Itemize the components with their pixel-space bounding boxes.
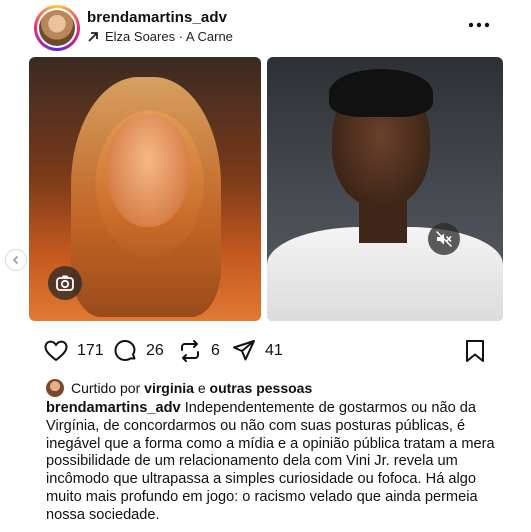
liked-by-text: Curtido por virginia e outras pessoas (71, 380, 312, 396)
comment-count: 26 (146, 342, 164, 359)
liked-by-user[interactable]: virginia (144, 380, 194, 396)
liked-by[interactable]: Curtido por virginia e outras pessoas (46, 378, 312, 398)
camera-icon (56, 275, 74, 291)
post-header: brendamartins_adv Elza Soares · A Carne (0, 0, 531, 56)
bookmark-icon[interactable] (463, 338, 487, 364)
action-bar: 171 26 6 41 (0, 333, 531, 367)
photo-left-face (107, 115, 189, 227)
audio-attribution[interactable]: Elza Soares · A Carne (87, 29, 233, 44)
post-caption: brendamartins_adv Independentemente de g… (46, 400, 504, 525)
speaker-muted-icon (436, 231, 452, 247)
comment-icon (114, 340, 136, 361)
photo-left (29, 57, 261, 321)
arrow-up-right-icon (88, 31, 98, 42)
repost-button[interactable]: 6 (177, 338, 220, 364)
liked-by-prefix: Curtido por (71, 380, 141, 396)
send-icon (233, 340, 255, 361)
liked-by-others[interactable]: outras pessoas (210, 380, 313, 396)
audio-label: Elza Soares · A Carne (105, 29, 233, 44)
photo-right (267, 57, 503, 321)
comment-button[interactable]: 26 (112, 338, 164, 364)
chevron-left-icon (12, 255, 19, 265)
caption-text: Independentemente de gostarmos ou não da… (46, 400, 495, 523)
profile-avatar[interactable] (34, 5, 80, 51)
repost-icon (181, 340, 199, 362)
mute-button[interactable] (428, 223, 460, 255)
avatar-border (37, 8, 77, 48)
share-count: 41 (265, 342, 283, 359)
caption-username[interactable]: brendamartins_adv (46, 400, 181, 416)
heart-icon (44, 340, 68, 362)
avatar-image (39, 10, 75, 46)
liked-by-avatar (46, 379, 64, 397)
camera-button[interactable] (48, 266, 82, 300)
photo-right-hair (329, 69, 433, 117)
like-count: 171 (77, 342, 104, 359)
like-button[interactable]: 171 (43, 338, 104, 364)
liked-by-conjunction: e (197, 380, 206, 396)
post-media[interactable] (29, 57, 503, 321)
share-button[interactable]: 41 (231, 338, 283, 364)
more-options-icon[interactable] (468, 20, 490, 30)
carousel-prev-button[interactable] (5, 249, 27, 271)
repost-count: 6 (211, 342, 220, 359)
post-username[interactable]: brendamartins_adv (87, 9, 227, 26)
